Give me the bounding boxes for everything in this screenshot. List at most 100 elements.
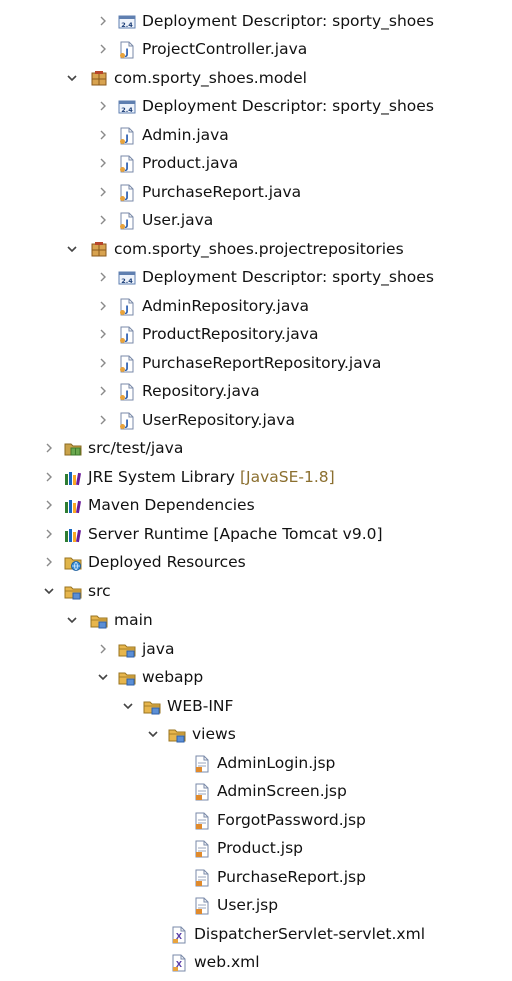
tree-item-src[interactable]: src: [0, 577, 512, 605]
chevron-down-icon[interactable]: [66, 235, 78, 263]
chevron-right-icon[interactable]: [97, 406, 109, 434]
svg-text:2.4: 2.4: [121, 106, 133, 114]
chevron-right-icon[interactable]: [97, 178, 109, 206]
chevron-right-icon[interactable]: [97, 121, 109, 149]
tree-item-productrepository-java[interactable]: J ProductRepository.java: [0, 320, 512, 348]
tree-item-adminscreen-jsp[interactable]: AdminScreen.jsp: [0, 777, 512, 805]
tree-item-views[interactable]: views: [0, 720, 512, 748]
tree-item-user-jsp[interactable]: User.jsp: [0, 891, 512, 919]
chevron-right-icon[interactable]: [43, 463, 55, 491]
tree-item-repository-java[interactable]: J Repository.java: [0, 377, 512, 405]
svg-text:J: J: [124, 333, 128, 343]
tree-item-forgotpassword-jsp[interactable]: ForgotPassword.jsp: [0, 806, 512, 834]
chevron-right-icon[interactable]: [97, 149, 109, 177]
tree-item-adminlogin-jsp[interactable]: AdminLogin.jsp: [0, 749, 512, 777]
tree-item-user-java[interactable]: J User.java: [0, 206, 512, 234]
tree-item-src-test-java[interactable]: src/test/java: [0, 434, 512, 462]
chevron-right-icon[interactable]: [43, 491, 55, 519]
tree-item-deployment-descriptor-sporty-shoes[interactable]: 2.4 Deployment Descriptor: sporty_shoes: [0, 92, 512, 120]
tree-item-deployment-descriptor-sporty-shoes[interactable]: 2.4 Deployment Descriptor: sporty_shoes: [0, 263, 512, 291]
folder-icon: [118, 668, 136, 686]
xml-file-icon: X: [170, 925, 188, 944]
jsp-file-icon: [193, 896, 211, 915]
chevron-down-icon[interactable]: [43, 577, 55, 605]
tree-item-label: AdminRepository.java: [142, 297, 310, 315]
tree-item-userrepository-java[interactable]: J UserRepository.java: [0, 406, 512, 434]
chevron-down-icon[interactable]: [122, 692, 134, 720]
tree-item-label: DispatcherServlet-servlet.xml: [194, 925, 426, 943]
tree-item-admin-java[interactable]: J Admin.java: [0, 121, 512, 149]
chevron-down-icon[interactable]: [66, 606, 78, 634]
tree-item-projectcontroller-java[interactable]: J ProjectController.java: [0, 35, 512, 63]
chevron-right-icon[interactable]: [97, 263, 109, 291]
tree-item-main[interactable]: main: [0, 606, 512, 634]
tree-item-label: Deployed Resources: [88, 553, 246, 571]
package-icon: [90, 240, 108, 258]
tree-item-label: Product.java: [142, 154, 239, 172]
tree-item-dispatcherservlet-servlet-xml[interactable]: X DispatcherServlet-servlet.xml: [0, 920, 512, 948]
chevron-right-icon[interactable]: [97, 635, 109, 663]
folder-icon: [90, 611, 108, 629]
tree-item-purchasereportrepository-java[interactable]: J PurchaseReportRepository.java: [0, 349, 512, 377]
chevron-right-icon[interactable]: [43, 548, 55, 576]
tree-item-label: Maven Dependencies: [88, 496, 255, 514]
chevron-right-icon[interactable]: [43, 434, 55, 462]
tree-item-deployed-resources[interactable]: Deployed Resources: [0, 548, 512, 576]
tree-item-jre-system-library[interactable]: JRE System Library [JavaSE-1.8]: [0, 463, 512, 491]
tree-item-product-java[interactable]: J Product.java: [0, 149, 512, 177]
library-icon: [64, 468, 82, 486]
svg-text:2.4: 2.4: [121, 277, 133, 285]
folder-icon: [168, 725, 186, 743]
tree-item-deployment-descriptor-sporty-shoes[interactable]: 2.4 Deployment Descriptor: sporty_shoes: [0, 7, 512, 35]
tree-item-label: AdminScreen.jsp: [217, 782, 347, 800]
jsp-file-icon: [193, 811, 211, 830]
tree-item-java[interactable]: java: [0, 635, 512, 663]
package-icon: [90, 69, 108, 87]
tree-item-label: Server Runtime [Apache Tomcat v9.0]: [88, 525, 383, 543]
chevron-right-icon[interactable]: [97, 7, 109, 35]
tree-item-label: PurchaseReport.java: [142, 183, 302, 201]
svg-text:J: J: [124, 419, 128, 429]
deployment-descriptor-icon: 2.4: [118, 12, 136, 30]
deployed-resources-icon: [64, 553, 82, 571]
tree-item-label: PurchaseReportRepository.java: [142, 354, 382, 372]
tree-item-web-inf[interactable]: WEB-INF: [0, 692, 512, 720]
chevron-right-icon[interactable]: [97, 320, 109, 348]
chevron-down-icon[interactable]: [97, 663, 109, 691]
java-file-icon: J: [118, 297, 136, 316]
tree-item-label: web.xml: [194, 953, 260, 971]
svg-text:J: J: [124, 362, 128, 372]
tree-item-label: ForgotPassword.jsp: [217, 811, 366, 829]
chevron-right-icon[interactable]: [97, 377, 109, 405]
tree-item-adminrepository-java[interactable]: J AdminRepository.java: [0, 292, 512, 320]
tree-item-label: User.java: [142, 211, 214, 229]
chevron-right-icon[interactable]: [97, 206, 109, 234]
jsp-file-icon: [193, 839, 211, 858]
tree-item-purchasereport-java[interactable]: J PurchaseReport.java: [0, 178, 512, 206]
tree-item-label: Deployment Descriptor: sporty_shoes: [142, 268, 434, 286]
svg-text:2.4: 2.4: [121, 21, 133, 29]
folder-icon: [64, 582, 82, 600]
deployment-descriptor-icon: 2.4: [118, 97, 136, 115]
tree-item-label: main: [114, 611, 153, 629]
chevron-right-icon[interactable]: [97, 292, 109, 320]
chevron-down-icon[interactable]: [66, 64, 78, 92]
tree-item-product-jsp[interactable]: Product.jsp: [0, 834, 512, 862]
tree-item-label: views: [192, 725, 236, 743]
java-file-icon: J: [118, 382, 136, 401]
tree-item-maven-dependencies[interactable]: Maven Dependencies: [0, 491, 512, 519]
tree-item-label: WEB-INF: [167, 697, 234, 715]
chevron-right-icon[interactable]: [43, 520, 55, 548]
tree-item-webapp[interactable]: webapp: [0, 663, 512, 691]
tree-item-label: ProjectController.java: [142, 40, 308, 58]
xml-file-icon: X: [170, 953, 188, 972]
chevron-right-icon[interactable]: [97, 92, 109, 120]
chevron-right-icon[interactable]: [97, 35, 109, 63]
chevron-down-icon[interactable]: [147, 720, 159, 748]
tree-item-server-runtime-apache-tomcat-v9-0[interactable]: Server Runtime [Apache Tomcat v9.0]: [0, 520, 512, 548]
tree-item-com-sporty-shoes-model[interactable]: com.sporty_shoes.model: [0, 64, 512, 92]
chevron-right-icon[interactable]: [97, 349, 109, 377]
tree-item-com-sporty-shoes-projectrepositories[interactable]: com.sporty_shoes.projectrepositories: [0, 235, 512, 263]
tree-item-purchasereport-jsp[interactable]: PurchaseReport.jsp: [0, 863, 512, 891]
tree-item-web-xml[interactable]: X web.xml: [0, 948, 512, 976]
